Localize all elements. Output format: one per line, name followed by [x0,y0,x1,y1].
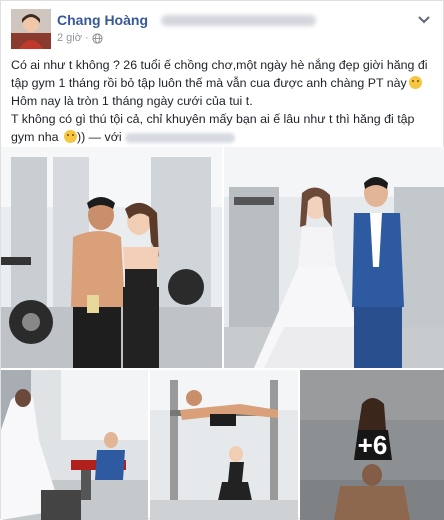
globe-icon [91,32,103,44]
chevron-down-icon[interactable] [417,15,431,25]
post-header: Chang Hoàng 2 giờ · [11,9,433,49]
photo-bride-and-bench[interactable] [1,370,148,520]
post-paragraph-1: Có ai như t không ? 26 tuổi ế chồng chơ,… [11,58,428,90]
photo-pushup-couple[interactable]: +6 [300,370,444,520]
grin-emoji-icon [63,130,77,143]
post-paragraph-2: Hôm nay là tròn 1 tháng ngày cưới của tu… [11,94,253,108]
photo-couple-shirtless-gym[interactable] [1,147,222,368]
redacted-info [161,15,316,26]
feed-post: Chang Hoàng 2 giờ · Có ai như t không ? … [0,0,444,520]
author-name[interactable]: Chang Hoàng [57,12,148,28]
smile-emoji-icon [408,76,422,89]
avatar[interactable] [11,9,51,49]
post-text: Có ai như t không ? 26 tuổi ế chồng chơ,… [11,56,437,146]
timestamp[interactable]: 2 giờ [57,32,82,44]
post-paragraph-3-suffix: )) — với [76,130,122,144]
post-meta: 2 giờ · [57,32,103,44]
tagged-people-redacted[interactable] [125,132,236,143]
more-photos-overlay[interactable]: +6 [300,370,444,520]
photo-wedding-dress-suit-gym[interactable] [224,147,444,368]
photo-workout-couple[interactable] [150,370,298,520]
